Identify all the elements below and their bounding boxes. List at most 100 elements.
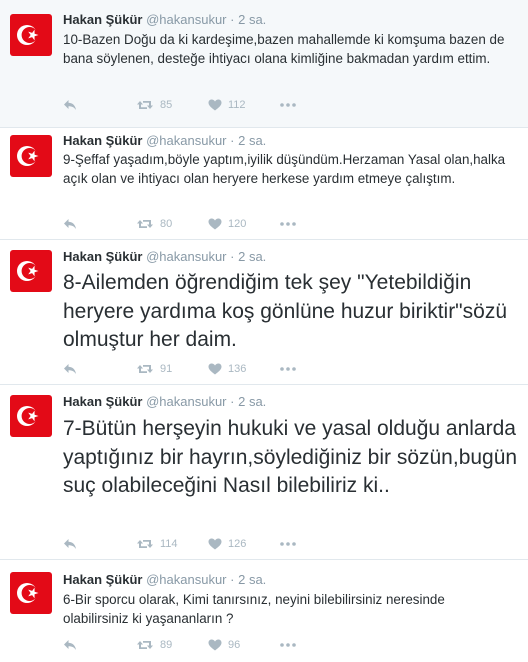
timestamp[interactable]: 2 sa. bbox=[238, 12, 266, 27]
like-count: 112 bbox=[228, 99, 246, 111]
like-button[interactable]: 120 bbox=[208, 216, 246, 232]
turkish-flag-icon bbox=[10, 572, 52, 614]
like-button[interactable]: 136 bbox=[208, 361, 246, 377]
heart-icon bbox=[208, 538, 222, 550]
like-count: 126 bbox=[228, 538, 247, 550]
more-icon bbox=[280, 542, 296, 546]
more-icon bbox=[280, 222, 296, 226]
separator-dot: · bbox=[230, 12, 235, 27]
retweet-button[interactable]: 80 bbox=[136, 216, 172, 232]
author-handle[interactable]: @hakansukur bbox=[146, 12, 226, 27]
timestamp[interactable]: 2 sa. bbox=[238, 394, 266, 409]
heart-icon bbox=[208, 99, 222, 111]
reply-button[interactable] bbox=[63, 536, 77, 552]
more-icon bbox=[280, 643, 296, 647]
retweet-count: 89 bbox=[160, 639, 173, 651]
author-name[interactable]: Hakan Şükür bbox=[63, 394, 142, 409]
like-button[interactable]: 126 bbox=[208, 536, 246, 552]
tweet-header: Hakan Şükür @hakansukur · 2 sa. bbox=[63, 12, 266, 27]
author-handle[interactable]: @hakansukur bbox=[146, 249, 226, 264]
tweet[interactable]: Hakan Şükür @hakansukur · 2 sa. 7-Bütün … bbox=[0, 385, 528, 560]
avatar[interactable] bbox=[10, 135, 52, 177]
tweet-text: 8-Ailemden öğrendiğim tek şey "Yetebildi… bbox=[63, 271, 507, 351]
tweet-actions: 114 126 bbox=[63, 536, 323, 552]
more-button[interactable] bbox=[280, 97, 296, 113]
avatar[interactable] bbox=[10, 250, 52, 292]
separator-dot: · bbox=[230, 249, 235, 264]
more-button[interactable] bbox=[280, 637, 296, 653]
tweet-feed: Hakan Şükür @hakansukur · 2 sa. 10-Bazen… bbox=[0, 0, 528, 662]
tweet-text: 9-Şeffaf yaşadım,böyle yaptım,iyilik düş… bbox=[63, 152, 506, 186]
retweet-count: 91 bbox=[160, 363, 173, 375]
reply-icon bbox=[64, 539, 76, 549]
retweet-icon bbox=[137, 365, 153, 373]
tweet[interactable]: Hakan Şükür @hakansukur · 2 sa. 8-Ailemd… bbox=[0, 240, 528, 385]
retweet-count: 80 bbox=[160, 218, 173, 230]
like-button[interactable]: 112 bbox=[208, 97, 246, 113]
tweet-actions: 91 136 bbox=[63, 361, 323, 377]
heart-icon bbox=[208, 363, 222, 375]
turkish-flag-icon bbox=[10, 395, 52, 437]
more-button[interactable] bbox=[280, 536, 296, 552]
tweet-header: Hakan Şükür @hakansukur · 2 sa. bbox=[63, 133, 266, 148]
more-button[interactable] bbox=[280, 216, 296, 232]
tweet-text: 10-Bazen Doğu da ki kardeşime,bazen maha… bbox=[63, 32, 505, 66]
separator-dot: · bbox=[230, 572, 235, 587]
author-handle[interactable]: @hakansukur bbox=[146, 394, 226, 409]
retweet-icon bbox=[137, 220, 153, 228]
like-count: 136 bbox=[228, 363, 247, 375]
reply-icon bbox=[64, 640, 76, 650]
author-name[interactable]: Hakan Şükür bbox=[63, 12, 142, 27]
avatar[interactable] bbox=[10, 395, 52, 437]
tweet-text: 6-Bir sporcu olarak, Kimi tanırsınız, ne… bbox=[63, 592, 445, 626]
tweet-header: Hakan Şükür @hakansukur · 2 sa. bbox=[63, 394, 266, 409]
reply-button[interactable] bbox=[63, 637, 77, 653]
reply-icon bbox=[64, 219, 76, 229]
separator-dot: · bbox=[230, 394, 235, 409]
retweet-button[interactable]: 85 bbox=[136, 97, 172, 113]
timestamp[interactable]: 2 sa. bbox=[238, 249, 266, 264]
reply-button[interactable] bbox=[63, 361, 77, 377]
like-count: 120 bbox=[228, 218, 247, 230]
like-count: 96 bbox=[228, 639, 241, 651]
retweet-button[interactable]: 114 bbox=[136, 536, 178, 552]
retweet-icon bbox=[137, 101, 153, 109]
retweet-button[interactable]: 91 bbox=[136, 361, 172, 377]
timestamp[interactable]: 2 sa. bbox=[238, 133, 266, 148]
more-button[interactable] bbox=[280, 361, 296, 377]
like-button[interactable]: 96 bbox=[208, 637, 240, 653]
retweet-icon bbox=[137, 641, 153, 649]
reply-button[interactable] bbox=[63, 216, 77, 232]
tweet-actions: 85 112 bbox=[63, 97, 323, 113]
avatar[interactable] bbox=[10, 572, 52, 614]
reply-icon bbox=[64, 364, 76, 374]
more-icon bbox=[280, 367, 296, 371]
author-handle[interactable]: @hakansukur bbox=[146, 572, 226, 587]
tweet-text: 7-Bütün herşeyin hukuki ve yasal olduğu … bbox=[63, 417, 518, 497]
heart-icon bbox=[208, 639, 222, 651]
tweet-header: Hakan Şükür @hakansukur · 2 sa. bbox=[63, 572, 266, 587]
timestamp[interactable]: 2 sa. bbox=[238, 572, 266, 587]
author-name[interactable]: Hakan Şükür bbox=[63, 572, 142, 587]
heart-icon bbox=[208, 218, 222, 230]
retweet-button[interactable]: 89 bbox=[136, 637, 172, 653]
turkish-flag-icon bbox=[10, 135, 52, 177]
tweet[interactable]: Hakan Şükür @hakansukur · 2 sa. 9-Şeffaf… bbox=[0, 128, 528, 240]
author-name[interactable]: Hakan Şükür bbox=[63, 249, 142, 264]
avatar[interactable] bbox=[10, 14, 52, 56]
more-icon bbox=[280, 103, 296, 107]
author-name[interactable]: Hakan Şükür bbox=[63, 133, 142, 148]
tweet-actions: 80 120 bbox=[63, 216, 323, 232]
tweet[interactable]: Hakan Şükür @hakansukur · 2 sa. 6-Bir sp… bbox=[0, 560, 528, 662]
reply-icon bbox=[64, 100, 76, 110]
retweet-count: 114 bbox=[160, 538, 178, 550]
author-handle[interactable]: @hakansukur bbox=[146, 133, 226, 148]
tweet[interactable]: Hakan Şükür @hakansukur · 2 sa. 10-Bazen… bbox=[0, 0, 528, 128]
separator-dot: · bbox=[230, 133, 235, 148]
reply-button[interactable] bbox=[63, 97, 77, 113]
turkish-flag-icon bbox=[10, 14, 52, 56]
turkish-flag-icon bbox=[10, 250, 52, 292]
tweet-actions: 89 96 bbox=[63, 637, 323, 653]
retweet-count: 85 bbox=[160, 99, 173, 111]
tweet-header: Hakan Şükür @hakansukur · 2 sa. bbox=[63, 249, 266, 264]
